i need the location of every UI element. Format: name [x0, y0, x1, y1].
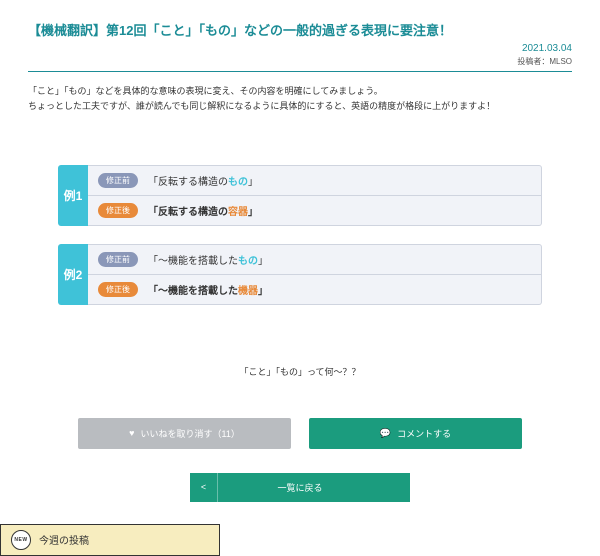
article-container: 【機械翻訳】第12回「こと」「もの」などの一般的過ぎる表現に要注意！ 2021.… — [0, 0, 600, 524]
example-body: 修正前 「反転する構造のもの」 修正後 「反転する構造の容器」 — [88, 165, 542, 226]
examples-block: 例1 修正前 「反転する構造のもの」 修正後 「反転する構造の容器」 例2 — [28, 165, 572, 305]
example-after-row: 修正後 「〜機能を搭載した機器」 — [88, 274, 541, 304]
before-tag: 修正前 — [98, 252, 138, 267]
example-number-badge: 例2 — [58, 244, 88, 305]
like-button[interactable]: ♥ いいねを取り消す（11） — [78, 418, 291, 449]
after-text: 「〜機能を搭載した機器」 — [148, 282, 268, 297]
example-number-badge: 例1 — [58, 165, 88, 226]
like-button-label: いいねを取り消す（11） — [141, 427, 240, 440]
example-before-row: 修正前 「〜機能を搭載したもの」 — [88, 245, 541, 274]
example-before-row: 修正前 「反転する構造のもの」 — [88, 166, 541, 195]
heart-icon: ♥ — [129, 428, 134, 438]
title-divider — [28, 71, 572, 72]
lead-line: ちょっとした工夫ですが、誰が読んでも同じ解釈になるように具体的にすると、英語の精… — [28, 99, 572, 114]
example-2: 例2 修正前 「〜機能を搭載したもの」 修正後 「〜機能を搭載した機器」 — [58, 244, 542, 305]
before-text: 「反転する構造のもの」 — [148, 173, 258, 188]
page-title: 【機械翻訳】第12回「こと」「もの」などの一般的過ぎる表現に要注意！ — [28, 20, 572, 39]
text-plain: 「反転する構造の — [148, 177, 228, 188]
chevron-left-icon: < — [190, 473, 218, 502]
before-text: 「〜機能を搭載したもの」 — [148, 252, 268, 267]
text-plain: 「反転する構造の — [148, 207, 228, 218]
lead-line: 「こと」「もの」などを具体的な意味の表現に変え、その内容を明確にしてみましょう。 — [28, 84, 572, 99]
text-highlight: もの — [238, 256, 258, 267]
text-highlight: 機器 — [238, 286, 258, 297]
example-body: 修正前 「〜機能を搭載したもの」 修正後 「〜機能を搭載した機器」 — [88, 244, 542, 305]
weekly-posts-label: 今週の投稿 — [39, 532, 89, 547]
comment-icon: 💬 — [380, 428, 391, 439]
after-tag: 修正後 — [98, 282, 138, 297]
weekly-posts-bar[interactable]: NEW 今週の投稿 — [0, 524, 220, 556]
text-tail: 」 — [258, 256, 268, 267]
text-highlight: もの — [228, 177, 248, 188]
text-plain: 「〜機能を搭載した — [148, 286, 238, 297]
comment-button[interactable]: 💬 コメントする — [309, 418, 522, 449]
action-buttons: ♥ いいねを取り消す（11） 💬 コメントする — [28, 418, 572, 449]
footnote-text: 「こと」「もの」って何〜？？ — [28, 365, 572, 378]
post-author: 投稿者：MLSO — [28, 56, 572, 67]
before-tag: 修正前 — [98, 173, 138, 188]
text-tail: 」 — [248, 207, 258, 218]
after-tag: 修正後 — [98, 203, 138, 218]
text-plain: 「〜機能を搭載した — [148, 256, 238, 267]
text-tail: 」 — [248, 177, 258, 188]
back-button-label: 一覧に戻る — [190, 481, 410, 494]
back-to-list-button[interactable]: < 一覧に戻る — [190, 473, 410, 502]
example-1: 例1 修正前 「反転する構造のもの」 修正後 「反転する構造の容器」 — [58, 165, 542, 226]
post-date: 2021.03.04 — [28, 43, 572, 54]
text-highlight: 容器 — [228, 207, 248, 218]
after-text: 「反転する構造の容器」 — [148, 203, 258, 218]
lead-text: 「こと」「もの」などを具体的な意味の表現に変え、その内容を明確にしてみましょう。… — [28, 84, 572, 115]
text-tail: 」 — [258, 286, 268, 297]
comment-button-label: コメントする — [397, 427, 451, 440]
example-after-row: 修正後 「反転する構造の容器」 — [88, 195, 541, 225]
